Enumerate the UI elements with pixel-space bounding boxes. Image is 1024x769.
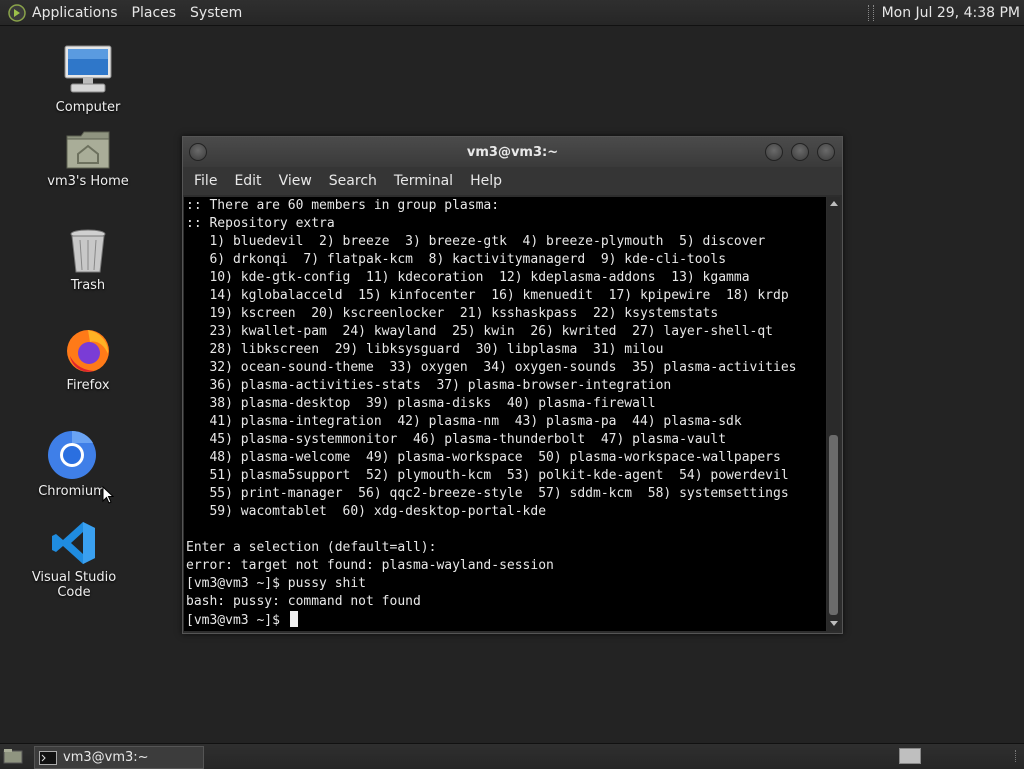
terminal-line: 19) kscreen 20) kscreenlocker 21) ksshas… [186, 306, 719, 321]
terminal-app-icon [39, 750, 57, 765]
terminal-prompt-line[interactable]: [vm3@vm3 ~]$ [186, 611, 298, 630]
menu-terminal[interactable]: Terminal [394, 173, 453, 189]
desktop-icon-label: Visual Studio Code [31, 570, 117, 600]
terminal-line: 55) print-manager 56) qqc2-breeze-style … [186, 486, 789, 501]
panel-handle[interactable] [1015, 750, 1020, 762]
top-panel: Applications Places System Mon Jul 29, 4… [0, 0, 1024, 26]
vscode-icon [52, 522, 95, 564]
computer-icon [64, 45, 112, 93]
scroll-down-arrow-icon[interactable] [830, 621, 838, 626]
desktop-icon-computer[interactable]: Computer [33, 44, 143, 115]
menu-edit[interactable]: Edit [234, 173, 261, 189]
workspace-switcher[interactable] [899, 748, 921, 764]
desktop-icon-trash[interactable]: Trash [33, 228, 143, 293]
desktop-icon-label: Computer [55, 100, 121, 115]
text-cursor [289, 611, 298, 627]
terminal-line: error: target not found: plasma-wayland-… [186, 558, 554, 573]
places-menu[interactable]: Places [132, 5, 177, 21]
terminal-line: bash: pussy: command not found [186, 594, 421, 609]
desktop-icon-vscode[interactable]: Visual Studio Code [19, 520, 129, 600]
desktop-icon-label: Firefox [66, 378, 110, 393]
terminal-line: :: There are 60 members in group plasma: [186, 198, 500, 213]
terminal-line: [vm3@vm3 ~]$ pussy shit [186, 576, 367, 591]
top-panel-right: Mon Jul 29, 4:38 PM [867, 0, 1024, 25]
show-desktop-icon[interactable] [3, 748, 23, 764]
applications-menu[interactable]: Applications [32, 5, 118, 21]
terminal-line: 45) plasma-systemmonitor 46) plasma-thun… [186, 432, 727, 447]
taskbar-item-label: vm3@vm3:~ [63, 750, 149, 765]
terminal-window[interactable]: vm3@vm3:~ File Edit View Search Terminal… [182, 136, 843, 634]
panel-handle[interactable] [867, 4, 874, 21]
terminal-line: 38) plasma-desktop 39) plasma-disks 40) … [186, 396, 656, 411]
menu-file[interactable]: File [194, 173, 217, 189]
scrollbar-thumb[interactable] [829, 435, 838, 615]
trash-icon [70, 229, 106, 273]
terminal-line: 59) wacomtablet 60) xdg-desktop-portal-k… [186, 504, 547, 519]
desktop-icon-home[interactable]: vm3's Home [33, 128, 143, 189]
clock[interactable]: Mon Jul 29, 4:38 PM [882, 5, 1020, 21]
terminal-line: 14) kglobalacceld 15) kinfocenter 16) km… [186, 288, 789, 303]
terminal-output[interactable]: :: There are 60 members in group plasma:… [184, 197, 826, 631]
taskbar-item-terminal[interactable]: vm3@vm3:~ [34, 746, 204, 769]
terminal-line: 36) plasma-activities-stats 37) plasma-b… [186, 378, 672, 393]
menu-logo-icon[interactable] [8, 3, 26, 22]
terminal-prompt: [vm3@vm3 ~]$ [186, 613, 288, 628]
terminal-line: Enter a selection (default=all): [186, 540, 437, 555]
menu-help[interactable]: Help [470, 173, 502, 189]
desktop-icon-label: Trash [70, 278, 106, 293]
desktop-icon-label: vm3's Home [47, 174, 129, 189]
menu-view[interactable]: View [279, 173, 312, 189]
bottom-panel: vm3@vm3:~ [0, 743, 1024, 769]
minimize-button[interactable] [765, 143, 783, 161]
terminal-line: 32) ocean-sound-theme 33) oxygen 34) oxy… [186, 360, 797, 375]
system-menu[interactable]: System [190, 5, 242, 21]
window-titlebar[interactable]: vm3@vm3:~ [183, 137, 842, 167]
scroll-up-arrow-icon[interactable] [830, 201, 838, 206]
terminal-line: 1) bluedevil 2) breeze 3) breeze-gtk 4) … [186, 234, 766, 249]
mouse-pointer-icon [102, 486, 114, 504]
terminal-menubar: File Edit View Search Terminal Help [183, 167, 842, 195]
terminal-line: 51) plasma5support 52) plymouth-kcm 53) … [186, 468, 789, 483]
terminal-line: 6) drkonqi 7) flatpak-kcm 8) kactivityma… [186, 252, 727, 267]
terminal-line: 23) kwallet-pam 24) kwayland 25) kwin 26… [186, 324, 773, 339]
terminal-line: 28) libkscreen 29) libksysguard 30) libp… [186, 342, 664, 357]
maximize-button[interactable] [791, 143, 809, 161]
terminal-line: 10) kde-gtk-config 11) kdecoration 12) k… [186, 270, 750, 285]
window-title: vm3@vm3:~ [466, 145, 559, 160]
menu-search[interactable]: Search [329, 173, 377, 189]
home-folder-icon [66, 131, 110, 169]
terminal-line: 41) plasma-integration 42) plasma-nm 43)… [186, 414, 742, 429]
chromium-icon [48, 430, 96, 479]
terminal-line: 48) plasma-welcome 49) plasma-workspace … [186, 450, 781, 465]
firefox-icon [67, 330, 109, 372]
terminal-line: :: Repository extra [186, 216, 335, 231]
terminal-scrollbar[interactable] [827, 197, 840, 631]
close-button[interactable] [817, 143, 835, 161]
desktop-icon-firefox[interactable]: Firefox [33, 326, 143, 393]
